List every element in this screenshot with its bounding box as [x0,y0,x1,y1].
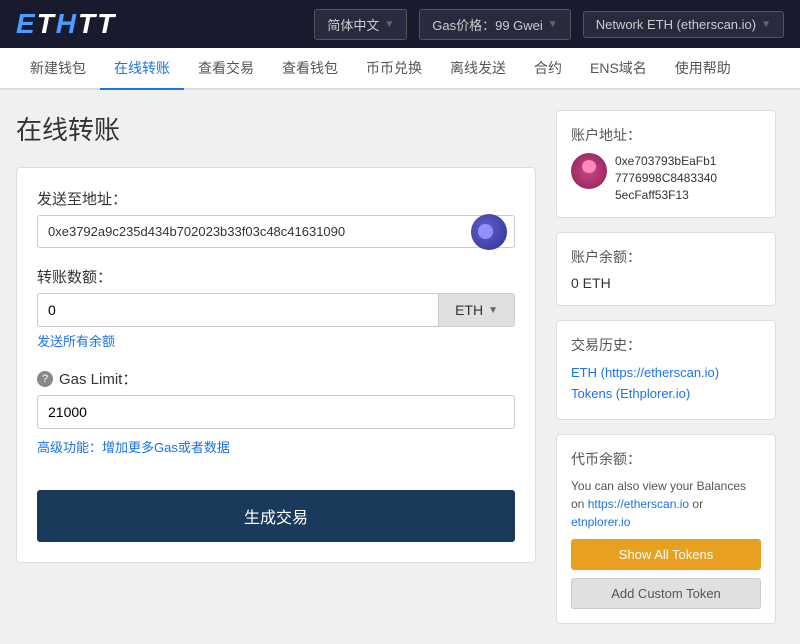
account-info-card: 账户地址： 0xe703793bEaFb17776998C84833405ecF… [556,110,776,218]
to-address-label: 发送至地址： [37,188,515,209]
nav-item-view-tx[interactable]: 查看交易 [184,48,268,90]
gas-limit-input[interactable]: 21000 [37,395,515,429]
account-avatar [571,153,607,189]
nav-item-token-exchange[interactable]: 币币兑换 [352,48,436,90]
balance-card: 账户余额： 0 ETH [556,232,776,306]
amount-group: 转账数额： 0 ETH ▼ 发送所有余额 [37,266,515,350]
chevron-down-icon: ▼ [384,19,394,30]
balance-title: 账户余额： [571,247,761,267]
left-panel: 在线转账 发送至地址： 0xe3792a9c235d434b702023b33f… [16,110,536,624]
gas-price-label: Gas价格：99 Gwei [432,15,543,34]
show-all-tokens-button[interactable]: Show All Tokens [571,539,761,570]
nav-item-help[interactable]: 使用帮助 [661,48,745,90]
gas-label-row: ? Gas Limit： [37,368,515,389]
gas-price-button[interactable]: Gas价格：99 Gwei ▼ [419,9,570,40]
network-button[interactable]: Network ETH (etherscan.io) ▼ [583,11,784,38]
right-panel: 账户地址： 0xe703793bEaFb17776998C84833405ecF… [556,110,776,624]
nav-item-new-wallet[interactable]: 新建钱包 [16,48,100,90]
page-content: 在线转账 发送至地址： 0xe3792a9c235d434b702023b33f… [0,90,800,644]
amount-input[interactable]: 0 [37,293,438,327]
account-address-row: 0xe703793bEaFb17776998C84833405ecFaff53F… [571,153,761,203]
language-label: 简体中文 [327,15,379,34]
nav-item-contract[interactable]: 合约 [520,48,576,90]
token-title: 代币余额： [571,449,761,469]
logo: ETHTT [16,8,116,40]
gas-limit-label: Gas Limit： [59,368,137,389]
token-desc-text2: or [689,497,703,511]
gas-limit-group: ? Gas Limit： 21000 高级功能：增加更多Gas或者数据 [37,368,515,456]
transfer-form: 发送至地址： 0xe3792a9c235d434b702023b33f03c48… [16,167,536,563]
add-custom-token-button[interactable]: Add Custom Token [571,578,761,609]
nav-item-ens[interactable]: ENS域名 [576,48,661,90]
history-title: 交易历史： [571,335,761,355]
network-label: Network ETH (etherscan.io) [596,17,756,32]
nav-item-online-transfer[interactable]: 在线转账 [100,48,184,90]
generate-tx-button[interactable]: 生成交易 [37,490,515,542]
header: ETHTT 简体中文 ▼ Gas价格：99 Gwei ▼ Network ETH… [0,0,800,48]
currency-label: ETH [455,302,483,318]
nav-item-offline-send[interactable]: 离线发送 [436,48,520,90]
account-address-text: 0xe703793bEaFb17776998C84833405ecFaff53F… [615,153,717,203]
balance-value: 0 ETH [571,275,761,291]
etherscan-history-link[interactable]: ETH (https://etherscan.io) [571,363,761,384]
language-button[interactable]: 简体中文 ▼ [314,9,407,40]
account-address-title: 账户地址： [571,125,761,145]
token-desc: You can also view your Balances on https… [571,477,761,531]
page-title: 在线转账 [16,110,536,147]
nav-item-view-wallet[interactable]: 查看钱包 [268,48,352,90]
chevron-down-icon: ▼ [761,19,771,30]
chevron-down-icon: ▼ [548,19,558,30]
etherscan-token-link[interactable]: https://etherscan.io [588,497,689,511]
ethplorer-history-link[interactable]: Tokens (Ethplorer.io) [571,384,761,405]
send-all-link[interactable]: 发送所有余额 [37,331,115,350]
amount-label: 转账数额： [37,266,515,287]
chevron-down-icon: ▼ [488,305,498,316]
advanced-link[interactable]: 高级功能：增加更多Gas或者数据 [37,437,230,456]
token-card: 代币余额： You can also view your Balances on… [556,434,776,624]
nav: 新建钱包 在线转账 查看交易 查看钱包 币币兑换 离线发送 合约 ENS域名 使… [0,48,800,90]
history-card: 交易历史： ETH (https://etherscan.io) Tokens … [556,320,776,420]
amount-row: 0 ETH ▼ [37,293,515,327]
to-address-input[interactable]: 0xe3792a9c235d434b702023b33f03c48c416310… [37,215,515,248]
currency-select-button[interactable]: ETH ▼ [438,293,515,327]
to-address-group: 发送至地址： 0xe3792a9c235d434b702023b33f03c48… [37,188,515,248]
to-address-avatar [471,214,507,250]
help-icon[interactable]: ? [37,371,53,387]
ethplorer-token-link[interactable]: etnplorer.io [571,515,630,529]
to-address-input-wrapper: 0xe3792a9c235d434b702023b33f03c48c416310… [37,215,515,248]
